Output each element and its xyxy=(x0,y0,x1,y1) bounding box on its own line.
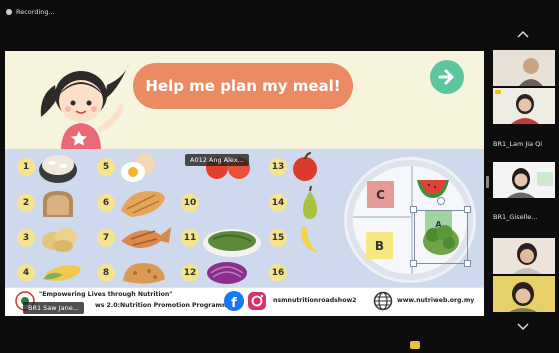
food-number-6: 6 xyxy=(97,194,115,212)
food-number-8: 8 xyxy=(97,264,115,282)
pear-icon xyxy=(303,185,317,219)
participant-name-3: BR1_Giselle... xyxy=(493,213,538,221)
bread-icon xyxy=(43,191,73,217)
chicken-breast-icon xyxy=(121,191,165,217)
fried-chicken-icon xyxy=(123,263,165,284)
rice-bowl-icon xyxy=(39,155,77,183)
food-number-14: 14 xyxy=(269,194,287,212)
facebook-icon: f xyxy=(224,291,244,311)
watermelon-icon xyxy=(417,180,449,198)
fish-icon xyxy=(121,227,171,248)
participant-tile-2[interactable] xyxy=(493,88,555,124)
reaction-icon xyxy=(410,341,420,349)
food-number-7: 7 xyxy=(97,229,115,247)
plate-divider xyxy=(353,216,413,218)
meeting-window: Recording... Help me plan my meal! 1 2 3… xyxy=(0,0,559,353)
rotate-handle[interactable] xyxy=(437,197,445,205)
recording-icon xyxy=(6,9,12,15)
food-number-3: 3 xyxy=(17,229,35,247)
instagram-icon xyxy=(248,292,266,310)
selected-vegetable-frame[interactable] xyxy=(414,210,468,264)
food-number-13: 13 xyxy=(269,158,287,176)
food-number-10: 10 xyxy=(181,194,199,212)
participant-tile-4[interactable] xyxy=(493,238,555,274)
corn-icon xyxy=(43,265,81,281)
raised-hand-icon xyxy=(495,90,501,94)
food-number-2: 2 xyxy=(17,194,35,212)
participant-tile-5[interactable] xyxy=(493,276,555,312)
arrow-right-icon xyxy=(438,69,454,85)
footer-programme: ws 2.0:Nutrition Promotion Programme xyxy=(95,302,233,309)
resize-handle[interactable] xyxy=(410,260,417,267)
plate-section-c[interactable]: C xyxy=(367,181,394,208)
apple-icon xyxy=(293,152,317,181)
footer-tagline: "Empowering Lives through Nutrition" xyxy=(39,291,173,298)
resize-handle[interactable] xyxy=(464,260,471,267)
plate-section-b[interactable]: B xyxy=(366,232,393,259)
participant-video xyxy=(493,276,555,312)
food-number-1: 1 xyxy=(17,158,35,176)
participant-video xyxy=(493,238,555,274)
participant-tile-3[interactable] xyxy=(493,162,555,198)
red-cabbage-icon xyxy=(207,262,247,284)
footer-website: www.nutriweb.org.my xyxy=(397,297,475,304)
food-number-5: 5 xyxy=(97,158,115,176)
globe-icon xyxy=(373,291,393,311)
food-number-4: 4 xyxy=(17,264,35,282)
food-number-11: 11 xyxy=(181,229,199,247)
participant-video xyxy=(493,88,555,124)
food-number-12: 12 xyxy=(181,264,199,282)
participant-video xyxy=(493,50,555,86)
plate-divider xyxy=(411,166,413,274)
egg-icon xyxy=(121,153,155,182)
broccoli-icon xyxy=(423,225,459,255)
recording-indicator: Recording... xyxy=(6,5,55,19)
next-button[interactable] xyxy=(430,60,464,94)
footer-social-handle: nsmnutritionroadshow2 xyxy=(273,297,357,304)
chevron-up-icon[interactable] xyxy=(516,29,530,39)
chevron-down-icon[interactable] xyxy=(516,322,530,332)
slide-title: Help me plan my meal! xyxy=(133,63,353,109)
resize-handle[interactable] xyxy=(410,206,417,213)
vegetable-bowl-icon xyxy=(203,229,261,257)
recording-label: Recording... xyxy=(16,8,55,16)
participant-tile-1[interactable] xyxy=(493,50,555,86)
food-number-15: 15 xyxy=(269,229,287,247)
participant-video xyxy=(493,162,555,198)
speaker-name-tag: BR1 Saw Jane... xyxy=(23,302,84,314)
resize-handle[interactable] xyxy=(464,206,471,213)
presenter-name-tag: A012 Ang Alex... xyxy=(185,154,249,166)
participant-name-2: BR1_Lam Jia Qi xyxy=(493,140,543,148)
potato-icon xyxy=(42,228,77,252)
girl-illustration-icon xyxy=(40,63,129,151)
banana-icon xyxy=(300,227,319,253)
panel-resize-handle[interactable] xyxy=(486,176,489,188)
shared-screen: Help me plan my meal! 1 2 3 4 5 6 7 8 10… xyxy=(5,51,484,316)
food-number-16: 16 xyxy=(269,264,287,282)
